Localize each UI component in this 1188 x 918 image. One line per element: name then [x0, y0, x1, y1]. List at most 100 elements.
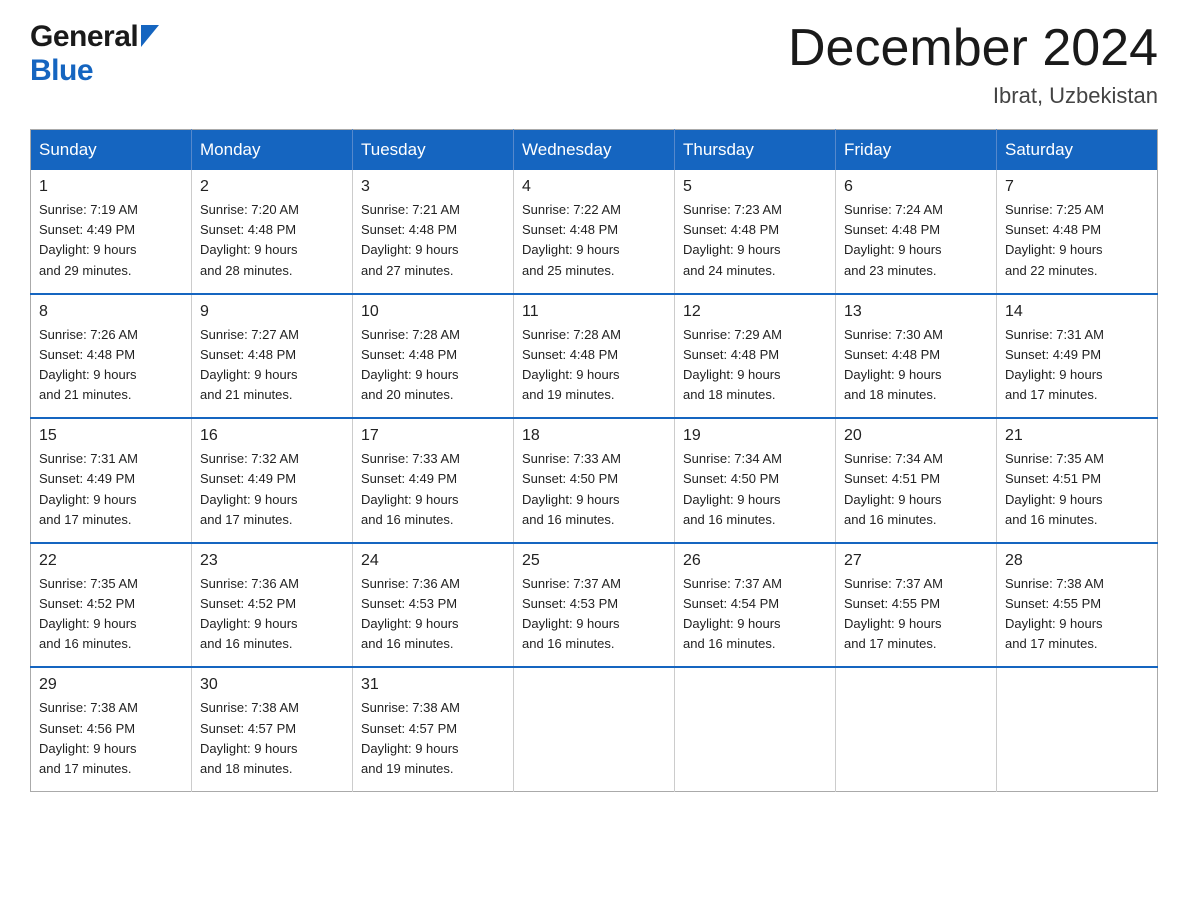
- day-info: Sunrise: 7:30 AMSunset: 4:48 PMDaylight:…: [844, 325, 988, 406]
- calendar-cell: 8 Sunrise: 7:26 AMSunset: 4:48 PMDaylight…: [31, 294, 192, 419]
- day-number: 22: [39, 552, 183, 570]
- logo-arrow-icon: [141, 25, 159, 47]
- day-number: 12: [683, 303, 827, 321]
- calendar-cell: [514, 667, 675, 791]
- calendar-cell: 16 Sunrise: 7:32 AMSunset: 4:49 PMDayligh…: [192, 418, 353, 543]
- calendar-week-5: 29Sunrise: 7:38 AMSunset: 4:56 PMDayligh…: [31, 667, 1158, 791]
- calendar-cell: 30 Sunrise: 7:38 AMSunset: 4:57 PMDayligh…: [192, 667, 353, 791]
- day-number: 4: [522, 178, 666, 196]
- day-of-week-thursday: Thursday: [675, 130, 836, 171]
- day-info: Sunrise: 7:26 AMSunset: 4:48 PMDaylight:…: [39, 325, 183, 406]
- day-info: Sunrise: 7:28 AMSunset: 4:48 PMDaylight:…: [361, 325, 505, 406]
- calendar-week-4: 22 Sunrise: 7:35 AMSunset: 4:52 PMDayligh…: [31, 543, 1158, 668]
- day-info: Sunrise: 7:33 AMSunset: 4:50 PMDaylight:…: [522, 449, 666, 530]
- day-number: 27: [844, 552, 988, 570]
- day-number: 10: [361, 303, 505, 321]
- day-number: 9: [200, 303, 344, 321]
- calendar-cell: [675, 667, 836, 791]
- day-info: Sunrise: 7:36 AMSunset: 4:52 PMDaylight:…: [200, 574, 344, 655]
- logo-general-text: General: [30, 20, 138, 54]
- page-header: General Blue December 2024 Ibrat, Uzbeki…: [30, 20, 1158, 109]
- day-info: Sunrise: 7:29 AMSunset: 4:48 PMDaylight:…: [683, 325, 827, 406]
- calendar-cell: 4 Sunrise: 7:22 AMSunset: 4:48 PMDaylight…: [514, 170, 675, 294]
- day-of-week-saturday: Saturday: [997, 130, 1158, 171]
- day-info: Sunrise: 7:35 AMSunset: 4:52 PMDaylight:…: [39, 574, 183, 655]
- day-number: 8: [39, 303, 183, 321]
- day-info: Sunrise: 7:31 AMSunset: 4:49 PMDaylight:…: [39, 449, 183, 530]
- day-info: Sunrise: 7:28 AMSunset: 4:48 PMDaylight:…: [522, 325, 666, 406]
- calendar-cell: 20Sunrise: 7:34 AMSunset: 4:51 PMDayligh…: [836, 418, 997, 543]
- day-number: 3: [361, 178, 505, 196]
- day-of-week-monday: Monday: [192, 130, 353, 171]
- day-info: Sunrise: 7:24 AMSunset: 4:48 PMDaylight:…: [844, 200, 988, 281]
- day-number: 16: [200, 427, 344, 445]
- calendar-body: 1 Sunrise: 7:19 AMSunset: 4:49 PMDaylight…: [31, 170, 1158, 791]
- day-info: Sunrise: 7:32 AMSunset: 4:49 PMDaylight:…: [200, 449, 344, 530]
- location-text: Ibrat, Uzbekistan: [788, 83, 1158, 109]
- calendar-cell: 5 Sunrise: 7:23 AMSunset: 4:48 PMDaylight…: [675, 170, 836, 294]
- day-number: 19: [683, 427, 827, 445]
- calendar-week-2: 8 Sunrise: 7:26 AMSunset: 4:48 PMDaylight…: [31, 294, 1158, 419]
- calendar-cell: 11 Sunrise: 7:28 AMSunset: 4:48 PMDayligh…: [514, 294, 675, 419]
- calendar-cell: 27Sunrise: 7:37 AMSunset: 4:55 PMDayligh…: [836, 543, 997, 668]
- calendar-cell: [997, 667, 1158, 791]
- day-number: 5: [683, 178, 827, 196]
- day-info: Sunrise: 7:23 AMSunset: 4:48 PMDaylight:…: [683, 200, 827, 281]
- day-info: Sunrise: 7:38 AMSunset: 4:57 PMDaylight:…: [200, 698, 344, 779]
- day-info: Sunrise: 7:27 AMSunset: 4:48 PMDaylight:…: [200, 325, 344, 406]
- day-number: 6: [844, 178, 988, 196]
- calendar-cell: 23 Sunrise: 7:36 AMSunset: 4:52 PMDayligh…: [192, 543, 353, 668]
- calendar-header: SundayMondayTuesdayWednesdayThursdayFrid…: [31, 130, 1158, 171]
- calendar-cell: 13 Sunrise: 7:30 AMSunset: 4:48 PMDayligh…: [836, 294, 997, 419]
- day-info: Sunrise: 7:21 AMSunset: 4:48 PMDaylight:…: [361, 200, 505, 281]
- calendar-cell: 3 Sunrise: 7:21 AMSunset: 4:48 PMDaylight…: [353, 170, 514, 294]
- day-number: 31: [361, 676, 505, 694]
- calendar-cell: 12 Sunrise: 7:29 AMSunset: 4:48 PMDayligh…: [675, 294, 836, 419]
- day-info: Sunrise: 7:33 AMSunset: 4:49 PMDaylight:…: [361, 449, 505, 530]
- day-info: Sunrise: 7:38 AMSunset: 4:56 PMDaylight:…: [39, 698, 183, 779]
- day-number: 24: [361, 552, 505, 570]
- day-info: Sunrise: 7:36 AMSunset: 4:53 PMDaylight:…: [361, 574, 505, 655]
- calendar-cell: 24 Sunrise: 7:36 AMSunset: 4:53 PMDayligh…: [353, 543, 514, 668]
- calendar-week-1: 1 Sunrise: 7:19 AMSunset: 4:49 PMDaylight…: [31, 170, 1158, 294]
- day-info: Sunrise: 7:19 AMSunset: 4:49 PMDaylight:…: [39, 200, 183, 281]
- logo-blue-text: Blue: [30, 54, 93, 88]
- day-number: 25: [522, 552, 666, 570]
- day-number: 28: [1005, 552, 1149, 570]
- day-info: Sunrise: 7:34 AMSunset: 4:50 PMDaylight:…: [683, 449, 827, 530]
- day-info: Sunrise: 7:25 AMSunset: 4:48 PMDaylight:…: [1005, 200, 1149, 281]
- day-info: Sunrise: 7:20 AMSunset: 4:48 PMDaylight:…: [200, 200, 344, 281]
- day-number: 18: [522, 427, 666, 445]
- day-number: 1: [39, 178, 183, 196]
- day-number: 2: [200, 178, 344, 196]
- day-number: 13: [844, 303, 988, 321]
- day-number: 11: [522, 303, 666, 321]
- calendar-cell: 25Sunrise: 7:37 AMSunset: 4:53 PMDayligh…: [514, 543, 675, 668]
- day-info: Sunrise: 7:34 AMSunset: 4:51 PMDaylight:…: [844, 449, 988, 530]
- calendar-cell: 6 Sunrise: 7:24 AMSunset: 4:48 PMDaylight…: [836, 170, 997, 294]
- day-of-week-friday: Friday: [836, 130, 997, 171]
- day-info: Sunrise: 7:38 AMSunset: 4:57 PMDaylight:…: [361, 698, 505, 779]
- day-number: 23: [200, 552, 344, 570]
- calendar-cell: 29Sunrise: 7:38 AMSunset: 4:56 PMDayligh…: [31, 667, 192, 791]
- calendar-cell: 28 Sunrise: 7:38 AMSunset: 4:55 PMDayligh…: [997, 543, 1158, 668]
- day-of-week-wednesday: Wednesday: [514, 130, 675, 171]
- day-of-week-sunday: Sunday: [31, 130, 192, 171]
- day-info: Sunrise: 7:22 AMSunset: 4:48 PMDaylight:…: [522, 200, 666, 281]
- days-of-week-row: SundayMondayTuesdayWednesdayThursdayFrid…: [31, 130, 1158, 171]
- day-number: 26: [683, 552, 827, 570]
- day-number: 30: [200, 676, 344, 694]
- day-number: 17: [361, 427, 505, 445]
- day-info: Sunrise: 7:37 AMSunset: 4:54 PMDaylight:…: [683, 574, 827, 655]
- calendar-table: SundayMondayTuesdayWednesdayThursdayFrid…: [30, 129, 1158, 792]
- calendar-cell: 2 Sunrise: 7:20 AMSunset: 4:48 PMDaylight…: [192, 170, 353, 294]
- day-info: Sunrise: 7:38 AMSunset: 4:55 PMDaylight:…: [1005, 574, 1149, 655]
- calendar-cell: 9 Sunrise: 7:27 AMSunset: 4:48 PMDaylight…: [192, 294, 353, 419]
- day-info: Sunrise: 7:35 AMSunset: 4:51 PMDaylight:…: [1005, 449, 1149, 530]
- calendar-cell: 19 Sunrise: 7:34 AMSunset: 4:50 PMDayligh…: [675, 418, 836, 543]
- month-title: December 2024: [788, 20, 1158, 77]
- logo: General Blue: [30, 20, 159, 88]
- calendar-cell: 26 Sunrise: 7:37 AMSunset: 4:54 PMDayligh…: [675, 543, 836, 668]
- day-number: 15: [39, 427, 183, 445]
- calendar-cell: 21Sunrise: 7:35 AMSunset: 4:51 PMDayligh…: [997, 418, 1158, 543]
